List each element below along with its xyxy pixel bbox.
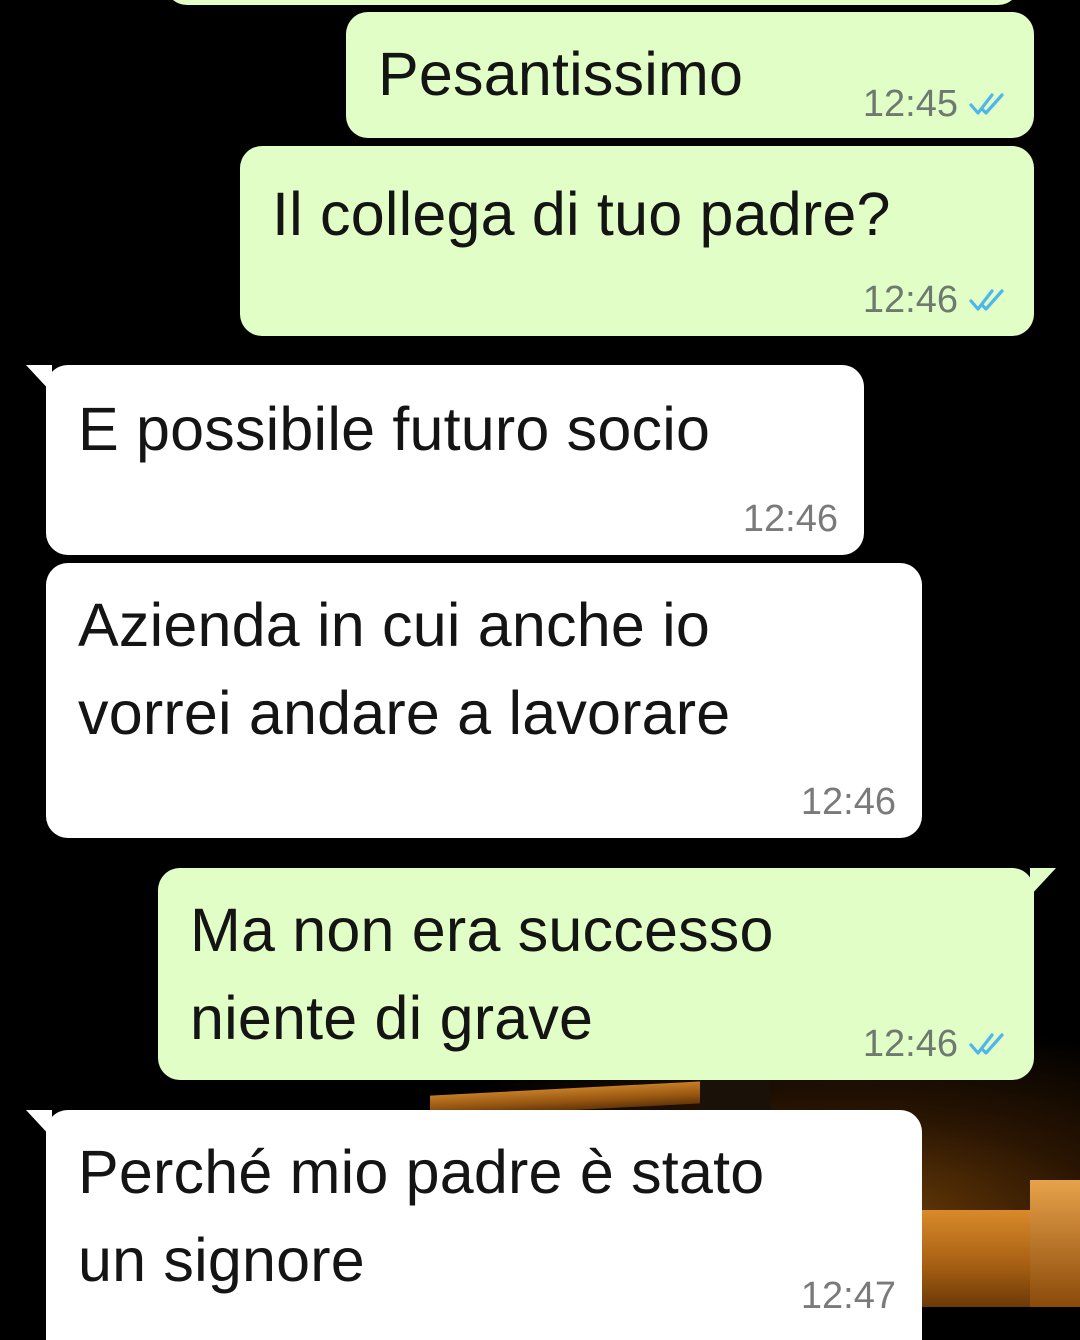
message-text: Azienda in cui anche io vorrei andare a …	[78, 591, 731, 747]
message-meta: 12:46	[863, 1022, 1008, 1066]
message-meta: 12:45	[863, 82, 1008, 126]
message-text: Perché mio padre è stato un signore	[78, 1138, 765, 1294]
message-time: 12:45	[862, 83, 958, 125]
message-meta: 12:46	[743, 497, 838, 541]
read-double-check-icon	[969, 93, 1004, 115]
read-double-check-icon	[969, 289, 1004, 311]
message-time: 12:46	[862, 1023, 958, 1065]
previous-message-bubble[interactable]	[165, 0, 1020, 5]
wallpaper-chimney	[700, 1080, 770, 1110]
message-time: 12:47	[800, 1275, 896, 1317]
message-bubble-outgoing[interactable]: Il collega di tuo padre? 12:46	[240, 146, 1034, 336]
message-meta: 12:47	[801, 1274, 896, 1318]
message-bubble-outgoing[interactable]: Ma non era successo niente di grave 12:4…	[158, 868, 1056, 1080]
message-meta: 12:46	[801, 780, 896, 824]
message-text: E possibile futuro socio	[78, 395, 711, 463]
message-text: Il collega di tuo padre?	[272, 180, 891, 248]
message-time: 12:46	[862, 279, 958, 321]
message-meta: 12:46	[863, 278, 1008, 322]
message-bubble-outgoing[interactable]: Pesantissimo 12:45	[346, 12, 1034, 138]
message-bubble-incoming[interactable]: E possibile futuro socio 12:46	[26, 365, 864, 555]
message-bubble-incoming[interactable]: Azienda in cui anche io vorrei andare a …	[46, 563, 922, 838]
wallpaper-building-edge	[1030, 1180, 1080, 1307]
message-bubble-incoming[interactable]: Perché mio padre è stato un signore 12:4…	[26, 1110, 922, 1340]
message-time: 12:46	[800, 781, 896, 823]
message-time: 12:46	[742, 498, 838, 540]
read-double-check-icon	[969, 1033, 1004, 1055]
